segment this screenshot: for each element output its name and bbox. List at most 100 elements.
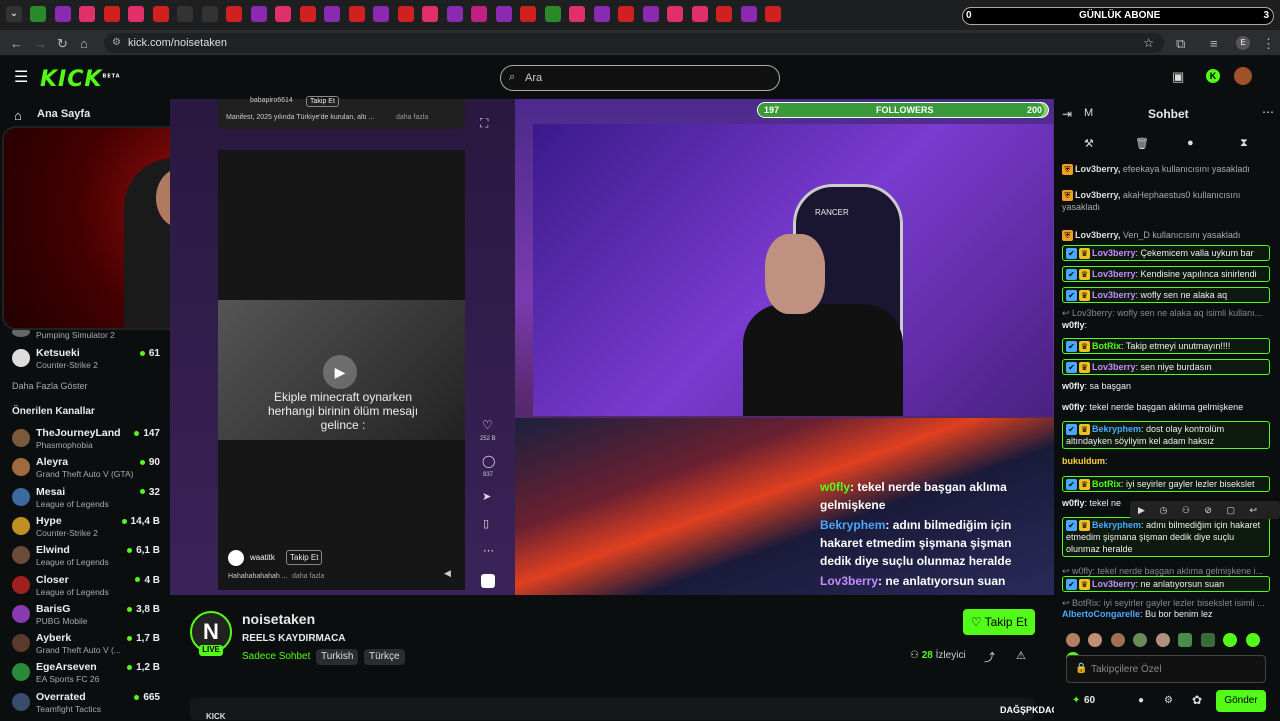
emote[interactable] [1088, 633, 1103, 647]
chat-message[interactable]: ✔ ♛ Bekryphem: adını bilmediğim için hakar… [1062, 517, 1270, 558]
browser-tab[interactable] [30, 6, 46, 22]
post-user[interactable]: babapiro6614 [250, 97, 293, 104]
chat-message[interactable]: ✔ ♛ Lov3berry: ne anlatıyorsun suan [1062, 576, 1270, 593]
chat-message[interactable]: ✔ ♛ Lov3berry: Çekemicem valla uykum bar [1062, 245, 1270, 262]
home-icon[interactable]: ⌂ [80, 36, 88, 51]
browser-tab[interactable] [471, 6, 487, 22]
category-link[interactable]: Sadece Sohbet [242, 651, 310, 662]
chat-username[interactable]: Bekryphem [1092, 424, 1141, 434]
share-icon[interactable]: ⤴ [984, 649, 995, 665]
emote[interactable] [1155, 633, 1170, 647]
emote[interactable] [1223, 633, 1238, 647]
chat-message[interactable]: ⛨ Lov3berry, efeekaya kullanıcısını yasak… [1062, 163, 1270, 176]
play-action-icon[interactable]: ▶ [1138, 505, 1145, 515]
tag-turkce[interactable]: Türkçe [364, 649, 405, 665]
search-input[interactable]: ⌕ Ara [500, 65, 780, 91]
browser-tab[interactable] [177, 6, 193, 22]
browser-tab[interactable] [373, 6, 389, 22]
browser-tab[interactable] [128, 6, 144, 22]
sidebar-channel-thejourneyland[interactable]: TheJourneyLand Phasmophobia 147 [10, 425, 166, 453]
tab-list-icon[interactable]: ⌄ [6, 6, 22, 22]
browser-tab[interactable] [642, 6, 659, 22]
emote-picker-icon[interactable]: ● [1138, 695, 1144, 706]
extensions-icon[interactable]: ⧉ [1176, 36, 1185, 52]
chat-username[interactable]: bukuldum [1062, 456, 1105, 466]
like-icon[interactable]: ♡ [482, 418, 493, 432]
sidebar-channel-hype[interactable]: Hype Counter-Strike 2 14,4 B [10, 513, 166, 541]
browser-tab[interactable] [226, 6, 242, 22]
browser-tab[interactable] [446, 6, 463, 22]
sidebar-channel-elwind[interactable]: Elwind League of Legends 6,1 B [10, 542, 166, 570]
post-follow-button[interactable]: Takip Et [306, 96, 339, 107]
delete-action-icon[interactable]: ▢ [1226, 505, 1235, 515]
chat-username[interactable]: Bekryphem [1092, 520, 1141, 530]
sidebar-channel-closer[interactable]: Closer League of Legends 4 B [10, 572, 166, 600]
chat-username[interactable]: Lov3berry, [1075, 230, 1120, 240]
kick-k-icon[interactable]: K [1206, 69, 1220, 83]
chat-message[interactable]: w0fly: sa başgan [1062, 380, 1270, 392]
browser-tab[interactable] [691, 6, 708, 22]
channel-name[interactable]: noisetaken [242, 611, 315, 627]
comment-icon[interactable]: ◯ [482, 454, 495, 468]
sidebar-channel-overrated[interactable]: Overrated Teamfight Tactics 665 [10, 689, 166, 717]
drops-icon[interactable]: ▣ [1172, 69, 1184, 85]
chat-username[interactable]: Lov3berry [1092, 248, 1136, 258]
browser-menu-icon[interactable]: ⋮ [1262, 36, 1275, 52]
chat-message[interactable]: ⛨ Lov3berry, akaHephaestus0 kullanıcısını… [1062, 189, 1270, 213]
reply-action-icon[interactable]: ↩ [1250, 505, 1258, 515]
browser-tab[interactable] [520, 6, 536, 22]
bookmark-star-icon[interactable]: ☆ [1143, 33, 1154, 53]
browser-tab[interactable] [348, 6, 365, 22]
browser-tab[interactable] [569, 6, 585, 22]
chat-message[interactable]: ✔ ♛ BotRix: iyi seyirler gayler lezler bis… [1062, 476, 1270, 493]
browser-tab[interactable] [152, 6, 169, 22]
emoji-icon[interactable]: ✿ [1192, 693, 1202, 707]
sidebar-channel-egearseven[interactable]: EgeArseven EA Sports FC 26 1,2 B [10, 659, 166, 687]
forward-icon[interactable]: → [34, 36, 47, 51]
browser-tab[interactable] [79, 6, 95, 22]
chat-input[interactable]: 🔒 Takipçilere Özel [1066, 655, 1266, 683]
chat-username[interactable]: w0fly [1062, 381, 1085, 391]
reel-user[interactable]: waatitk [250, 553, 275, 562]
emote[interactable] [1133, 633, 1148, 647]
next-reel-icon[interactable] [481, 574, 495, 588]
browser-tab[interactable] [54, 6, 71, 22]
site-settings-icon[interactable]: ⚙ [112, 33, 121, 53]
chat-message[interactable]: w0fly: [1062, 319, 1270, 331]
sidebar-channel-mesai[interactable]: Mesai League of Legends 32 [10, 484, 166, 512]
chat-message[interactable]: ↩ Lov3berry: wofly sen ne alaka aq isiml… [1062, 307, 1270, 319]
save-icon[interactable]: ▯ [483, 517, 489, 530]
chat-username[interactable]: w0fly [1062, 320, 1085, 330]
chat-username[interactable]: Lov3berry [1092, 579, 1136, 589]
emote[interactable] [1178, 633, 1193, 647]
chat-message[interactable]: ✔ ♛ Lov3berry: sen niye burdasın [1062, 359, 1270, 376]
chat-message[interactable]: ✔ ♛ Lov3berry: Kendisine yapılınca sinirle… [1062, 266, 1270, 283]
channel-points[interactable]: 60 [1084, 695, 1095, 706]
chat-menu-icon[interactable]: ⋯ [1262, 105, 1274, 119]
browser-tab[interactable] [765, 6, 781, 22]
hamburger-menu-icon[interactable]: ☰ [14, 67, 28, 87]
profile-icon[interactable]: E [1236, 36, 1250, 50]
chat-username[interactable]: Lov3berry, [1075, 190, 1120, 200]
browser-tab[interactable] [593, 6, 610, 22]
chat-username[interactable]: Lov3berry, [1075, 164, 1120, 174]
tag-turkish[interactable]: Turkish [316, 649, 359, 665]
emote[interactable] [1110, 633, 1125, 647]
browser-tab[interactable] [324, 6, 340, 22]
kick-logo[interactable]: KICKBETA [40, 67, 121, 92]
ban-action-icon[interactable]: ⊘ [1204, 505, 1212, 515]
chat-message[interactable]: ✔ ♛ Bekryphem: dost olay kontrolüm altında… [1062, 421, 1270, 450]
chat-settings-icon[interactable]: ● [1187, 137, 1194, 149]
chat-message[interactable]: ✔ ♛ Lov3berry: wofly sen ne alaka aq [1062, 287, 1270, 304]
chat-username[interactable]: w0fly [1062, 498, 1085, 508]
browser-tab[interactable] [103, 6, 120, 22]
back-icon[interactable]: ← [10, 36, 23, 51]
home-link[interactable]: ⌂ Ana Sayfa [14, 107, 90, 123]
chat-username[interactable]: BotRix [1092, 479, 1121, 489]
reel-follow-button[interactable]: Takip Et [286, 550, 323, 565]
emote[interactable] [1066, 633, 1080, 647]
browser-tab[interactable] [618, 6, 634, 22]
browser-tab[interactable] [716, 6, 732, 22]
browser-tab[interactable] [397, 6, 414, 22]
mod-tools-icon[interactable]: ⚒ [1084, 137, 1094, 150]
